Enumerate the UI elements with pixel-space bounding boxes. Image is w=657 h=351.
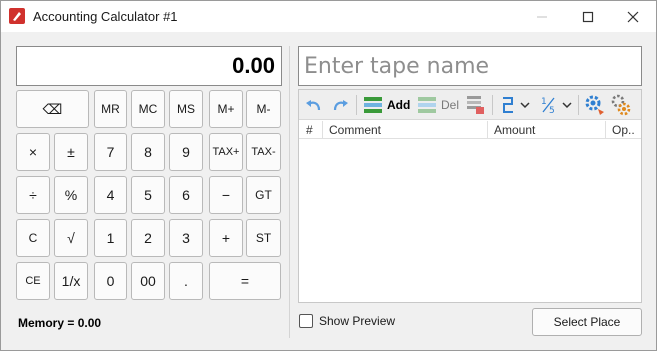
clear-tape-button[interactable] [465, 93, 487, 117]
reciprocal-button[interactable]: 1/x [54, 262, 88, 300]
column-header-operation[interactable]: Op.. [612, 123, 635, 137]
clear-tape-icon [467, 96, 484, 114]
memory-add-button[interactable]: M+ [209, 90, 243, 128]
checkbox-box[interactable] [299, 314, 313, 328]
digit-1-button[interactable]: 1 [94, 219, 127, 257]
digit-2-button[interactable]: 2 [131, 219, 165, 257]
tax-minus-button[interactable]: TAX- [246, 133, 281, 171]
minimize-icon [537, 16, 547, 17]
double-zero-button[interactable]: 00 [131, 262, 165, 300]
equals-button[interactable]: = [209, 262, 281, 300]
percent-button[interactable]: % [54, 176, 88, 214]
select-place-button[interactable]: Select Place [532, 308, 642, 336]
window-content: 0.00 ⌫ MR MC MS M+ M- × ± 7 8 9 TAX+ TAX… [1, 32, 656, 350]
minimize-button[interactable] [519, 1, 565, 32]
show-preview-checkbox[interactable]: Show Preview [299, 314, 395, 328]
digit-8-button[interactable]: 8 [131, 133, 165, 171]
panel-divider [289, 46, 290, 338]
digit-9-button[interactable]: 9 [169, 133, 203, 171]
redo-button[interactable] [330, 93, 350, 117]
tape-settings-button[interactable] [583, 93, 607, 117]
divide-button[interactable]: ÷ [16, 176, 50, 214]
multiply-button[interactable]: × [16, 133, 50, 171]
svg-text:1: 1 [541, 97, 547, 107]
svg-text:5: 5 [549, 106, 555, 115]
options-button[interactable] [609, 93, 633, 117]
tax-plus-button[interactable]: TAX+ [209, 133, 243, 171]
title-bar[interactable]: Accounting Calculator #1 [1, 1, 656, 32]
app-logo-icon [9, 8, 25, 24]
window-title: Accounting Calculator #1 [33, 9, 178, 24]
orange-gear-icon [611, 94, 631, 116]
maximize-button[interactable] [565, 1, 611, 32]
plus-minus-button[interactable]: ± [54, 133, 88, 171]
undo-icon [306, 100, 321, 111]
clear-button[interactable]: C [16, 219, 50, 257]
tape-toolbar: Add Del 15 [299, 90, 641, 120]
column-header-comment[interactable]: Comment [329, 123, 381, 137]
square-root-button[interactable]: √ [54, 219, 88, 257]
subtotal-button[interactable]: ST [246, 219, 281, 257]
tape-table-header: # Comment Amount Op.. [299, 121, 641, 139]
memory-clear-button[interactable]: MC [131, 90, 165, 128]
plus-button[interactable]: + [209, 219, 243, 257]
add-row-button[interactable]: Add [362, 93, 410, 117]
clear-entry-button[interactable]: CE [16, 262, 50, 300]
maximize-icon [582, 11, 594, 22]
delete-row-icon [418, 97, 436, 113]
memory-status: Memory = 0.00 [18, 316, 102, 330]
calculator-display: 0.00 [16, 46, 282, 86]
close-icon [627, 11, 639, 22]
digit-5-button[interactable]: 5 [131, 176, 165, 214]
backspace-button[interactable]: ⌫ [16, 90, 89, 128]
memory-subtract-button[interactable]: M- [246, 90, 281, 128]
redo-icon [333, 100, 348, 111]
delete-row-button[interactable]: Del [416, 93, 459, 117]
memory-recall-button[interactable]: MR [94, 90, 127, 128]
digit-4-button[interactable]: 4 [94, 176, 127, 214]
decimal-places-dropdown[interactable] [500, 93, 530, 117]
tape-name-input[interactable] [298, 46, 642, 86]
del-label: Del [441, 98, 460, 112]
calculator-window: Accounting Calculator #1 0.00 ⌫ MR MC MS… [0, 0, 657, 351]
digit-7-button[interactable]: 7 [94, 133, 127, 171]
fraction-icon: 15 [541, 97, 555, 115]
digit-3-button[interactable]: 3 [169, 219, 203, 257]
add-row-icon [364, 97, 382, 113]
undo-button[interactable] [304, 93, 324, 117]
fraction-dropdown[interactable]: 15 [540, 93, 572, 117]
add-label: Add [387, 98, 411, 112]
decimal-point-button[interactable]: . [169, 262, 203, 300]
close-button[interactable] [610, 1, 656, 32]
chevron-down-icon [562, 102, 572, 109]
show-preview-label: Show Preview [319, 314, 396, 328]
minus-button[interactable]: − [209, 176, 243, 214]
memory-store-button[interactable]: MS [169, 90, 203, 128]
grand-total-button[interactable]: GT [246, 176, 281, 214]
column-header-amount[interactable]: Amount [494, 123, 535, 137]
digit-6-button[interactable]: 6 [169, 176, 203, 214]
blue-gear-icon [585, 95, 604, 115]
column-header-number[interactable]: # [306, 123, 313, 137]
chevron-down-icon [520, 102, 530, 109]
number-format-icon [503, 97, 513, 113]
digit-0-button[interactable]: 0 [94, 262, 127, 300]
tape-panel: Add Del 15 # Comment Amount Op.. [298, 89, 642, 303]
